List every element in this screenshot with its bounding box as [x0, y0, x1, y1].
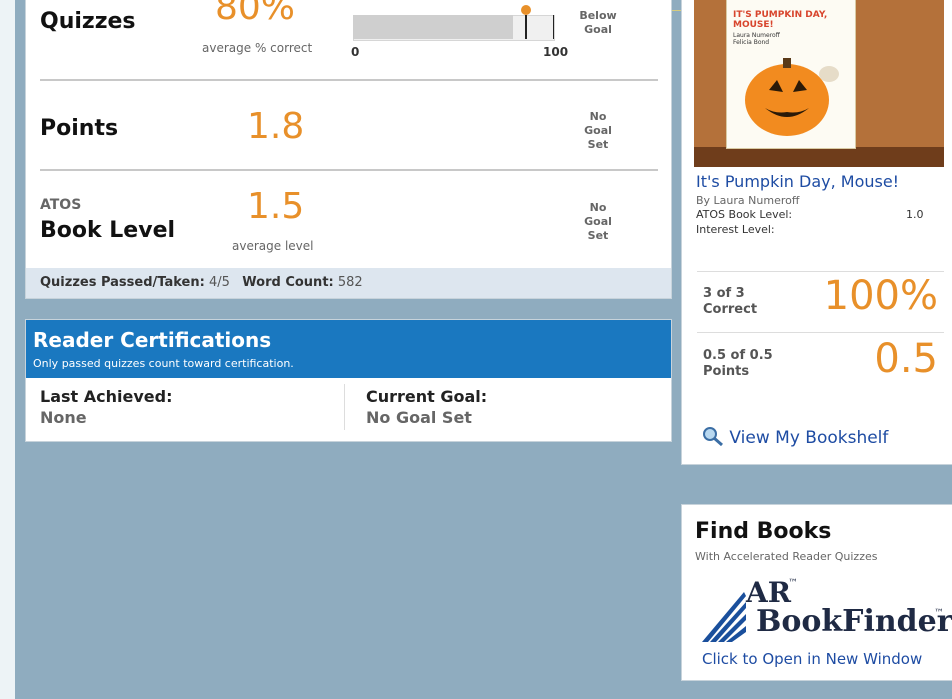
percent-correct-value: 100%: [823, 273, 938, 319]
goal-marker-icon: [521, 5, 531, 15]
pumpkin-illustration: [745, 58, 839, 136]
find-books-title: Find Books: [695, 519, 832, 544]
bar-fill: [353, 15, 513, 39]
ar-bookfinder-logo[interactable]: AR ™ BookFinder ™: [700, 576, 952, 646]
bookfinder-swoosh-icon: [702, 592, 746, 642]
last-achieved-value: None: [40, 408, 87, 427]
quizzes-goal-status: Below Goal: [579, 9, 617, 36]
quizzes-label: Quizzes: [40, 9, 136, 34]
quizzes-passed-label: Quizzes Passed/Taken:: [40, 275, 205, 290]
book-cover-image[interactable]: IT'S PUMPKIN DAY, MOUSE! Laura Numeroff …: [726, 0, 856, 149]
goal-line: [525, 15, 527, 39]
quizzes-value: 80%: [215, 0, 296, 28]
correct-label: 3 of 3 Correct: [703, 286, 758, 317]
column-separator: [344, 384, 345, 430]
reading-stats-card: Quizzes 80% average % correct 0 100 Belo…: [25, 0, 672, 299]
current-book-card: IT'S PUMPKIN DAY, MOUSE! Laura Numeroff …: [681, 0, 952, 465]
cert-subtitle: Only passed quizzes count toward certifi…: [33, 357, 294, 370]
points-label: Points: [40, 116, 119, 141]
book-title-link[interactable]: It's Pumpkin Day, Mouse!: [696, 172, 899, 191]
divider: [697, 271, 944, 272]
cert-title: Reader Certifications: [33, 328, 272, 352]
interest-level-label: Interest Level:: [696, 223, 775, 236]
book-level-goal-status: No Goal Set: [584, 201, 612, 242]
book-level-sublabel: average level: [232, 239, 314, 253]
bookshelf-ledge: [694, 147, 944, 167]
points-earned-value: 0.5: [874, 336, 938, 382]
book-level-value: 1.5: [247, 186, 305, 227]
view-bookshelf-link[interactable]: View My Bookshelf: [702, 426, 888, 448]
quizzes-progress-bar: 0 100: [351, 5, 568, 61]
divider: [697, 332, 944, 333]
magnifier-icon: [703, 427, 723, 447]
points-value: 1.8: [247, 106, 305, 147]
open-new-window-link[interactable]: Click to Open in New Window: [702, 650, 922, 668]
last-achieved-label: Last Achieved:: [40, 387, 173, 406]
cert-header: Reader Certifications Only passed quizze…: [26, 320, 671, 378]
atos-book-level-value: 1.0: [906, 208, 924, 221]
points-goal-status: No Goal Set: [584, 110, 612, 151]
current-goal-value: No Goal Set: [366, 408, 472, 427]
summary-footer: Quizzes Passed/Taken: 4/5 Word Count: 58…: [26, 268, 671, 298]
current-goal-label: Current Goal:: [366, 387, 488, 406]
atos-book-level-label: ATOS Book Level:: [696, 208, 793, 221]
book-level-label: Book Level: [40, 218, 176, 243]
atos-prefix: ATOS: [40, 197, 82, 213]
points-row: Points 1.8 No Goal Set: [40, 81, 658, 169]
find-books-card: Find Books With Accelerated Reader Quizz…: [681, 504, 952, 681]
left-edge: [0, 0, 15, 699]
book-level-row: ATOS Book Level 1.5 average level No Goa…: [40, 171, 658, 266]
find-books-subtitle: With Accelerated Reader Quizzes: [695, 550, 878, 563]
quizzes-row: Quizzes 80% average % correct 0 100 Belo…: [40, 0, 658, 79]
word-count-label: Word Count:: [242, 275, 334, 290]
bar-end-line: [553, 15, 554, 39]
bar-max-label: 100: [543, 45, 569, 59]
reader-certifications-card: Reader Certifications Only passed quizze…: [25, 319, 672, 442]
points-earned-label: 0.5 of 0.5 Points: [703, 348, 773, 379]
book-author: By Laura Numeroff: [696, 194, 800, 207]
quizzes-passed-value: 4/5: [208, 275, 230, 290]
word-count-value: 582: [337, 275, 363, 290]
quizzes-sublabel: average % correct: [202, 41, 313, 55]
bar-min-label: 0: [351, 45, 360, 59]
